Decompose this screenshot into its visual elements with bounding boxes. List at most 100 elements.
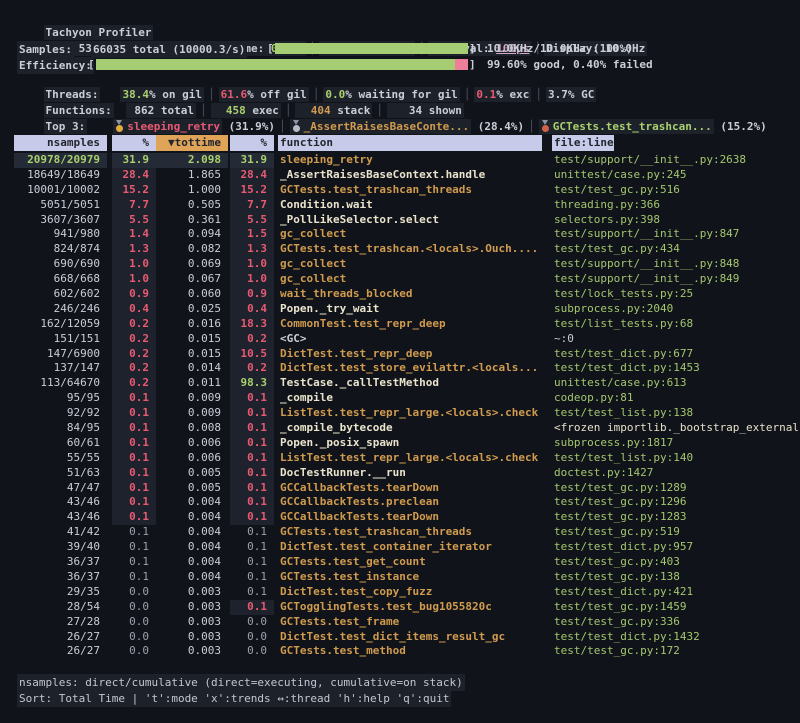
cell-tottime: 2.098 xyxy=(156,153,228,168)
cell-nsamples: 3607/3607 xyxy=(14,213,107,228)
cell-fileline: test/test_dict.py:1453 xyxy=(552,361,798,376)
cell-cumulative-pct: 0.1 xyxy=(230,540,274,555)
cell-nsamples: 28/54 xyxy=(14,600,107,615)
table-row: 5051/50517.70.5057.7Condition.waitthread… xyxy=(0,198,800,213)
cell-cumulative-pct: 0.1 xyxy=(230,600,274,615)
efficiency-progress-bar xyxy=(96,59,468,70)
exc-value: 0.1 xyxy=(476,88,496,101)
cell-tottime: 0.006 xyxy=(156,436,228,451)
cell-nsamples: 43/46 xyxy=(14,495,107,510)
cell-function: GCTests.test_trashcan.<locals>.Ouch.... xyxy=(278,242,546,257)
top3-item-1: sleeping_retry xyxy=(113,119,222,134)
divider: │ xyxy=(279,120,286,133)
cell-nsamples: 824/874 xyxy=(14,242,107,257)
cell-tottime: 0.014 xyxy=(156,361,228,376)
cell-cumulative-pct: 0.1 xyxy=(230,555,274,570)
efficiency-bar-lbracket: [ xyxy=(88,57,95,72)
cell-nsamples: 162/12059 xyxy=(14,317,107,332)
cell-nsamples: 29/35 xyxy=(14,585,107,600)
column-header-nsamples[interactable]: nsamples xyxy=(14,135,107,151)
cell-direct-pct: 5.5 xyxy=(112,213,156,228)
cell-nsamples: 36/37 xyxy=(14,570,107,585)
cell-cumulative-pct: 0.2 xyxy=(230,332,274,347)
cell-direct-pct: 0.1 xyxy=(112,570,156,585)
cell-fileline: test/test_gc.py:336 xyxy=(552,615,798,630)
cell-cumulative-pct: 0.1 xyxy=(230,570,274,585)
cell-function: Condition.wait xyxy=(278,198,546,213)
table-row: 10001/1000215.21.00015.2GCTests.test_tra… xyxy=(0,183,800,198)
top3-item-3: GCTests.test_trashcan... xyxy=(539,119,714,134)
table-row: 43/460.10.0040.1GCCallbackTests.preclean… xyxy=(0,495,800,510)
cell-function: DictTest.test_dict_items_result_gc xyxy=(278,630,546,645)
column-header-fileline[interactable]: file:line xyxy=(552,135,614,151)
divider: │ xyxy=(528,120,535,133)
cell-direct-pct: 0.1 xyxy=(112,555,156,570)
cell-tottime: 0.004 xyxy=(156,525,228,540)
cell-direct-pct: 28.4 xyxy=(112,168,156,183)
cell-fileline: <frozen importlib._bootstrap_external xyxy=(552,421,798,436)
cell-function: _compile xyxy=(278,391,546,406)
cell-cumulative-pct: 1.3 xyxy=(230,242,274,257)
cell-nsamples: 95/95 xyxy=(14,391,107,406)
cell-nsamples: 941/980 xyxy=(14,227,107,242)
divider: │ xyxy=(464,88,471,101)
cell-nsamples: 151/151 xyxy=(14,332,107,347)
cell-cumulative-pct: 0.1 xyxy=(230,406,274,421)
cell-tottime: 1.000 xyxy=(156,183,228,198)
table-row: 668/6681.00.0671.0gc_collecttest/support… xyxy=(0,272,800,287)
cell-function: GCTests.test_method xyxy=(278,644,546,659)
cell-nsamples: 43/46 xyxy=(14,510,107,525)
column-header-function[interactable]: function xyxy=(278,135,542,151)
cell-function: TestCase._callTestMethod xyxy=(278,376,546,391)
cell-cumulative-pct: 5.5 xyxy=(230,213,274,228)
cell-direct-pct: 15.2 xyxy=(112,183,156,198)
cell-direct-pct: 1.3 xyxy=(112,242,156,257)
column-header-cumulative-pct[interactable]: % xyxy=(230,135,274,151)
cell-tottime: 0.009 xyxy=(156,406,228,421)
table-row: 246/2460.40.0250.4Popen._try_waitsubproc… xyxy=(0,302,800,317)
cell-fileline: codeop.py:81 xyxy=(552,391,798,406)
column-header-direct-pct[interactable]: % xyxy=(112,135,156,151)
cell-tottime: 0.004 xyxy=(156,555,228,570)
cell-cumulative-pct: 7.7 xyxy=(230,198,274,213)
cell-function: gc_collect xyxy=(278,257,546,272)
table-row: 113/646700.20.01198.3TestCase._callTestM… xyxy=(0,376,800,391)
cell-function: GCCallbackTests.preclean xyxy=(278,495,546,510)
top3-label: Top 3: xyxy=(44,119,88,134)
cell-cumulative-pct: 10.5 xyxy=(230,347,274,362)
cell-nsamples: 60/61 xyxy=(14,436,107,451)
table-row: 151/1510.20.0150.2<GC>~:0 xyxy=(0,332,800,347)
cell-nsamples: 602/602 xyxy=(14,287,107,302)
cell-fileline: test/support/__init__.py:2638 xyxy=(552,153,798,168)
table-body: 20978/2097931.92.09831.9sleeping_retryte… xyxy=(0,153,800,659)
cell-fileline: test/test_gc.py:403 xyxy=(552,555,798,570)
cell-nsamples: 39/40 xyxy=(14,540,107,555)
cell-tottime: 0.005 xyxy=(156,466,228,481)
cell-cumulative-pct: 0.1 xyxy=(230,495,274,510)
top3-pct-3: (15.2%) xyxy=(714,120,767,133)
table-row: 26/270.00.0030.0DictTest.test_dict_items… xyxy=(0,630,800,645)
cell-tottime: 0.015 xyxy=(156,332,228,347)
cell-nsamples: 20978/20979 xyxy=(14,153,107,168)
cell-direct-pct: 0.2 xyxy=(112,332,156,347)
cell-fileline: ~:0 xyxy=(552,332,798,347)
cell-direct-pct: 0.1 xyxy=(112,525,156,540)
cell-fileline: threading.py:366 xyxy=(552,198,798,213)
cell-function: sleeping_retry xyxy=(278,153,546,168)
cell-nsamples: 113/64670 xyxy=(14,376,107,391)
table-row: 92/920.10.0090.1ListTest.test_repr_large… xyxy=(0,406,800,421)
cell-tottime: 0.060 xyxy=(156,287,228,302)
cell-cumulative-pct: 1.0 xyxy=(230,272,274,287)
tachyon-profiler-screen: Tachyon Profiler PID: 53499│Thread: ALL│… xyxy=(0,0,800,723)
cell-tottime: 0.067 xyxy=(156,272,228,287)
cell-fileline: test/test_dict.py:677 xyxy=(552,347,798,362)
cell-function: DictTest.test_store_evilattr.<locals... xyxy=(278,361,546,376)
functions-line: Functions: 862 total│ 458 exec│ 404 stac… xyxy=(17,88,464,103)
cell-direct-pct: 1.0 xyxy=(112,257,156,272)
cell-function: _compile_bytecode xyxy=(278,421,546,436)
column-header-tottime-sorted[interactable]: ▼tottime xyxy=(156,135,228,151)
cell-direct-pct: 0.1 xyxy=(112,510,156,525)
cell-nsamples: 26/27 xyxy=(14,630,107,645)
cell-function: DocTestRunner.__run xyxy=(278,466,546,481)
cell-direct-pct: 0.0 xyxy=(112,600,156,615)
